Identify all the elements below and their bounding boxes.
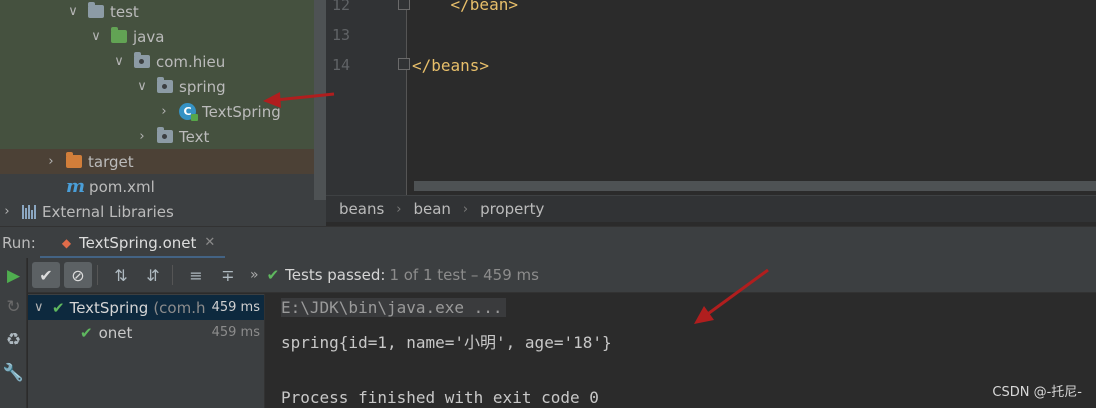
tree-item-external-libraries[interactable]: › External Libraries [0, 199, 174, 224]
tree-item-text[interactable]: › Text [135, 124, 209, 149]
package-icon [157, 127, 173, 143]
test-suite-name: TextSpring [69, 298, 149, 317]
run-panel-header: Run: ◆ TextSpring.onet ✕ [0, 226, 1096, 259]
class-icon-glyph: C [183, 105, 192, 118]
chevron-right-icon: › [48, 154, 54, 169]
tree-item-java[interactable]: ∨ java [89, 24, 164, 49]
test-case-name: onet [98, 323, 133, 342]
toolbar-divider [97, 265, 98, 285]
code-editor[interactable]: 12 13 14 </bean> </beans> [326, 0, 1096, 195]
folder-icon [88, 2, 104, 18]
maven-icon: m [66, 176, 86, 197]
tree-item-spring[interactable]: ∨ spring [135, 74, 226, 99]
test-results-tree: ∨ ✔ TextSpring (com.h 459 ms ✔ onet 459 … [28, 294, 265, 408]
tree-item-label: com.hieu [156, 52, 226, 71]
breadcrumb-item[interactable]: bean [413, 200, 450, 218]
breadcrumb-item[interactable]: property [480, 200, 544, 218]
rerun-failed-icon[interactable]: ↻ [0, 292, 27, 322]
chevron-right-icon: › [396, 201, 402, 217]
run-config-icon: ◆ [61, 235, 72, 250]
tree-item-label: pom.xml [89, 177, 155, 196]
console-output-line: spring{id=1, name='小明', age='18'} [281, 333, 612, 352]
more-icon[interactable]: » [250, 267, 259, 283]
chevron-right-icon: › [161, 104, 167, 119]
run-label: Run: [2, 233, 36, 252]
check-icon: ✔ [52, 298, 65, 317]
chevron-down-icon: ∨ [137, 79, 147, 94]
wrench-icon[interactable]: 🔧 [0, 358, 27, 388]
show-ignored-icon[interactable]: ⊘ [64, 262, 92, 288]
test-case-row[interactable]: ✔ onet 459 ms [28, 320, 264, 345]
test-duration: 459 ms [211, 325, 260, 340]
test-duration: 459 ms [207, 300, 260, 315]
expand-all-icon[interactable]: ≡ [182, 262, 210, 288]
chevron-down-icon: ∨ [114, 54, 124, 69]
test-suite-row[interactable]: ∨ ✔ TextSpring (com.h 459 ms [28, 295, 264, 320]
tree-item-label: spring [179, 77, 226, 96]
tree-item-label: TextSpring [202, 102, 281, 121]
tree-item-target[interactable]: › target [44, 149, 134, 174]
chevron-right-icon: › [462, 201, 469, 217]
console-output-line: Process finished with exit code 0 [281, 388, 599, 407]
check-icon: ✔ [80, 323, 93, 342]
show-passed-icon[interactable]: ✔ [32, 262, 60, 288]
breadcrumb-item[interactable]: beans [339, 200, 384, 218]
toggle-auto-test-icon[interactable]: ♻ [0, 325, 27, 355]
watermark: CSDN @-托尼- [992, 385, 1082, 400]
test-toolbar: ✔ ⊘ ⇅ ⇵ ≡ ∓ » ✔ Tests passed: 1 of 1 tes… [28, 258, 1096, 293]
code-line[interactable]: </beans> [412, 56, 489, 75]
code-line[interactable]: </bean> [412, 0, 518, 14]
test-status: ✔ Tests passed: 1 of 1 test – 459 ms [267, 266, 539, 284]
tree-item-label: java [133, 27, 165, 46]
run-tab-label: TextSpring.onet [79, 233, 197, 252]
chevron-down-icon: ∨ [91, 29, 101, 44]
tree-item-label: target [88, 152, 134, 171]
source-folder-icon [111, 27, 127, 43]
sort-by-duration-icon[interactable]: ⇵ [139, 262, 167, 288]
toolbar-divider [172, 265, 173, 285]
tree-item-label: External Libraries [42, 202, 174, 221]
tree-item-com-hieu[interactable]: ∨ com.hieu [112, 49, 225, 74]
collapse-all-icon[interactable]: ∓ [214, 262, 242, 288]
chevron-down-icon: ∨ [34, 300, 44, 315]
line-number: 13 [332, 26, 351, 44]
editor-horizontal-scrollbar[interactable] [414, 181, 1096, 191]
chevron-right-icon: › [4, 204, 10, 219]
status-detail: 1 of 1 test – 459 ms [389, 266, 539, 284]
excluded-folder-icon [66, 152, 82, 168]
package-icon [134, 52, 150, 68]
line-number: 14 [332, 56, 351, 74]
fold-marker-icon[interactable] [398, 0, 410, 10]
status-main: Tests passed: [285, 266, 386, 284]
rerun-icon[interactable]: ▶ [0, 261, 27, 291]
package-icon [157, 77, 173, 93]
gutter-divider [406, 0, 407, 195]
sort-alphabetically-icon[interactable]: ⇅ [107, 262, 135, 288]
chevron-right-icon: › [139, 129, 145, 144]
java-class-icon: C [179, 103, 198, 121]
tree-scrollbar[interactable] [314, 0, 326, 200]
check-icon: ✔ [266, 266, 280, 284]
console-output[interactable]: E:\JDK\bin\java.exe ... spring{id=1, nam… [266, 294, 1096, 408]
library-icon [22, 204, 36, 219]
close-icon[interactable]: ✕ [204, 235, 215, 250]
chevron-down-icon: ∨ [68, 4, 78, 19]
run-tab[interactable]: ◆ TextSpring.onet ✕ [39, 227, 226, 259]
tree-item-label: test [110, 2, 139, 21]
line-number: 12 [332, 0, 351, 14]
tree-item-test[interactable]: ∨ test [66, 0, 139, 24]
run-side-toolbar: ▶ ↻ ♻ 🔧 [0, 258, 27, 408]
test-suite-package: (com.h [153, 298, 206, 317]
tree-item-textspring[interactable]: › C TextSpring [157, 99, 281, 124]
tree-item-pom[interactable]: m pom.xml [66, 174, 155, 199]
tree-item-label: Text [179, 127, 210, 146]
fold-marker-icon[interactable] [398, 58, 410, 70]
breadcrumb: beans › bean › property [326, 195, 1096, 222]
project-tree: ∨ test ∨ java ∨ com.hieu ∨ spring › C Te… [0, 0, 326, 226]
console-command-line: E:\JDK\bin\java.exe ... [281, 298, 506, 317]
